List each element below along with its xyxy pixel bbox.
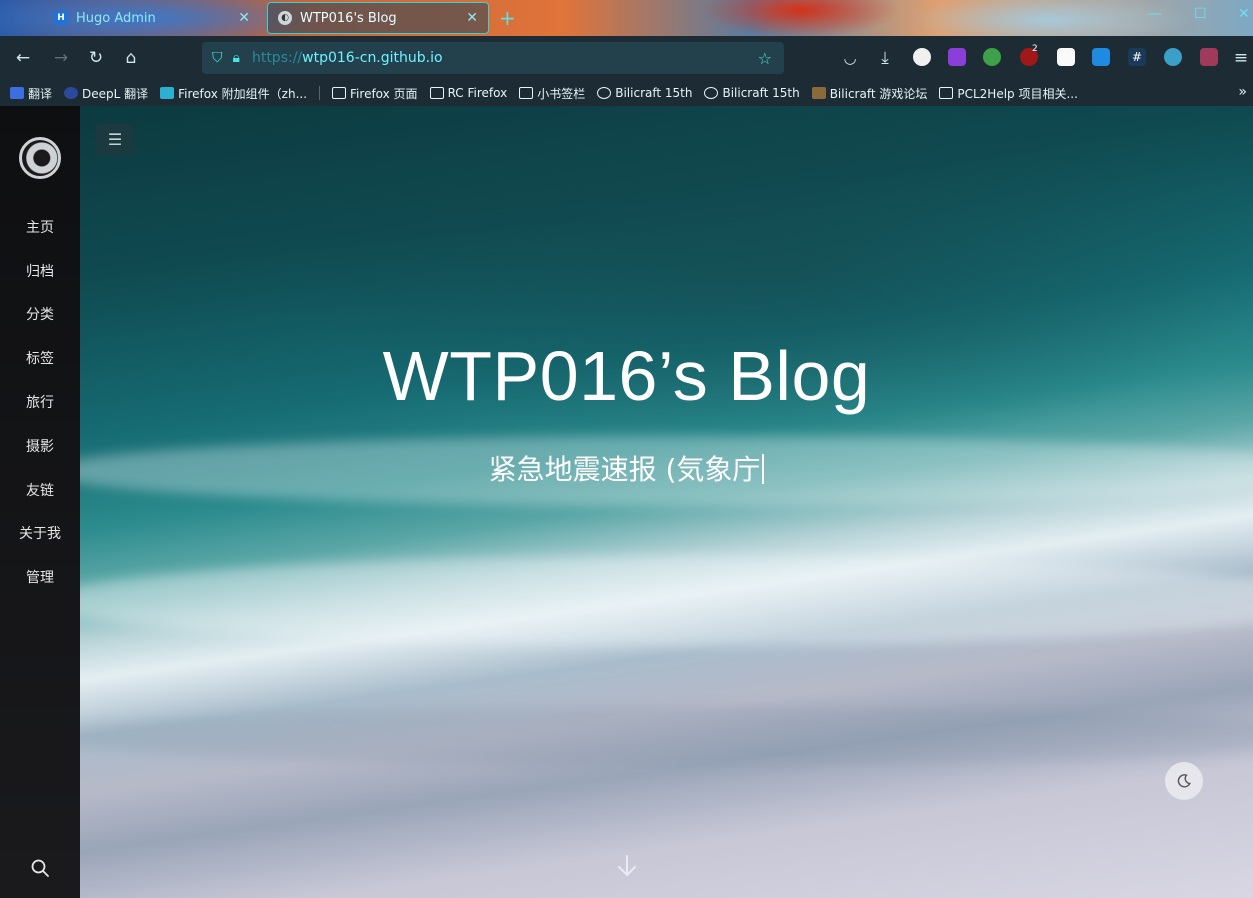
bookmark-star-icon[interactable]: ☆ [758,49,772,68]
browser-navbar: ← → ↻ ⌂ ⛉ 🔒︎ https:// wtp016-cn.github.i… [0,36,1253,80]
sidebar-item-archive[interactable]: 归档 [0,262,80,282]
sidebar-item-categories[interactable]: 分类 [0,305,80,325]
globe-icon [597,87,612,99]
tab-close-icon[interactable]: ✕ [466,10,478,26]
folder-icon [332,87,347,99]
bookmark-label: RC Firefox [447,86,508,100]
tab-label: WTP016's Blog [300,10,397,26]
page-title: WTP016’s Blog [382,337,871,415]
firefox-addons-icon [160,87,175,99]
bookmark-deepl[interactable]: DeepL 翻译 [64,85,148,102]
hash-icon[interactable]: # [1128,48,1146,66]
wave-foam [80,706,1253,766]
sidebar-item-admin[interactable]: 管理 [0,568,80,588]
back-icon[interactable]: ← [12,47,34,69]
bookmark-label: 小书签栏 [537,86,586,101]
bookmark-bilicraft-2[interactable]: Bilicraft 15th [704,86,800,100]
tab-label: Hugo Admin [76,10,156,26]
pocket-icon[interactable]: ◡ [839,47,861,69]
folder-icon [519,87,534,99]
bookmark-label: PCL2Help 项目相关... [957,86,1078,101]
globe-icon [704,87,719,99]
folder-icon [939,87,954,99]
home-icon[interactable]: ⌂ [120,47,142,69]
bookmark-folder-rc[interactable]: RC Firefox [429,86,508,100]
maximize-icon[interactable]: ☐ [1194,6,1207,22]
search-icon[interactable] [30,858,50,878]
sidebar-item-friends[interactable]: 友链 [0,481,80,501]
extension-badge: 2 [1032,44,1038,54]
extension-icon[interactable] [948,48,966,66]
sidebar-item-travel[interactable]: 旅行 [0,393,80,413]
bookmark-label: 翻译 [28,86,53,101]
sidebar-item-home[interactable]: 主页 [0,218,80,238]
tab-hugo-admin[interactable]: H Hugo Admin ✕ [44,2,260,34]
extension-icon[interactable] [1057,48,1075,66]
reload-icon[interactable]: ↻ [85,47,107,69]
url-protocol: https:// [251,50,303,66]
bookmark-separator [319,86,321,100]
new-tab-icon[interactable]: + [499,6,516,30]
bookmark-label: Bilicraft 15th [722,86,800,100]
extension-icon[interactable] [983,48,1001,66]
site-logo-icon[interactable] [19,137,61,179]
folder-icon [429,87,444,99]
moon-icon [1177,774,1191,788]
bookmark-folder-pcl2help[interactable]: PCL2Help 项目相关... [939,85,1078,102]
bookmark-label: Bilicraft 15th [615,86,693,100]
bookmark-folder-firefox[interactable]: Firefox 页面 [332,85,418,102]
sidebar-item-tags[interactable]: 标签 [0,349,80,369]
typed-subtitle: 紧急地震速报 (気象庁 [80,448,1173,488]
extension-icon[interactable] [1164,48,1182,66]
bookmark-label: Firefox 附加组件（zh... [178,86,308,101]
lock-icon[interactable]: 🔒︎ [233,50,240,66]
url-bar[interactable]: ⛉ 🔒︎ https:// wtp016-cn.github.io ☆ [202,42,784,74]
download-icon[interactable]: ⤓ [874,47,896,69]
extension-icon[interactable] [1200,48,1218,66]
page-content: 主页 归档 分类 标签 旅行 摄影 友链 关于我 管理 ☰ WTP016’s B… [0,106,1253,898]
bookmarks-overflow-icon[interactable]: » [1238,84,1247,100]
browser-titlebar: H Hugo Admin ✕ ◐ WTP016's Blog ✕ + — ☐ ✕ [0,0,1253,36]
sidebar: 主页 归档 分类 标签 旅行 摄影 友链 关于我 管理 [0,106,80,898]
bookmark-label: Firefox 页面 [350,86,418,101]
bookmark-bilicraft-forum[interactable]: Bilicraft 游戏论坛 [811,85,928,102]
wave-foam [80,556,1253,646]
bookmark-translate[interactable]: 翻译 [10,85,52,102]
extension-icon[interactable] [913,48,931,66]
close-window-icon[interactable]: ✕ [1238,6,1250,22]
menu-icon[interactable]: ≡ [1230,47,1252,69]
shield-icon[interactable]: ⛉ [212,50,223,66]
tab-close-icon[interactable]: ✕ [238,10,250,26]
bookmark-label: Bilicraft 游戏论坛 [829,86,928,101]
hugo-favicon-icon: H [54,11,68,25]
blog-favicon-icon: ◐ [278,11,292,25]
bookmark-folder-bookmarklets[interactable]: 小书签栏 [519,85,585,102]
hero-background [80,106,1253,898]
sidebar-item-photography[interactable]: 摄影 [0,437,80,457]
forward-icon[interactable]: → [50,47,72,69]
scroll-down-arrow-icon[interactable] [616,854,638,878]
minecraft-icon [811,87,826,99]
deepl-icon [64,87,79,99]
menu-toggle-button[interactable]: ☰ [96,124,134,156]
url-host: wtp016-cn.github.io [302,50,443,66]
typing-caret [762,454,765,484]
bookmarks-bar: 翻译 DeepL 翻译 Firefox 附加组件（zh... Firefox 页… [0,80,1253,106]
google-translate-icon [10,87,24,99]
tab-wtp016-blog[interactable]: ◐ WTP016's Blog ✕ [267,2,489,34]
sidebar-item-about[interactable]: 关于我 [0,524,80,544]
subtitle-text: 紧急地震速报 (気象庁 [488,453,761,486]
dark-mode-toggle-button[interactable] [1165,762,1203,800]
bookmark-firefox-addons[interactable]: Firefox 附加组件（zh... [160,85,307,102]
extension-icon[interactable] [1092,48,1110,66]
bookmark-bilicraft-1[interactable]: Bilicraft 15th [597,86,692,100]
minimize-icon[interactable]: — [1148,6,1162,22]
bookmark-label: DeepL 翻译 [82,86,149,101]
